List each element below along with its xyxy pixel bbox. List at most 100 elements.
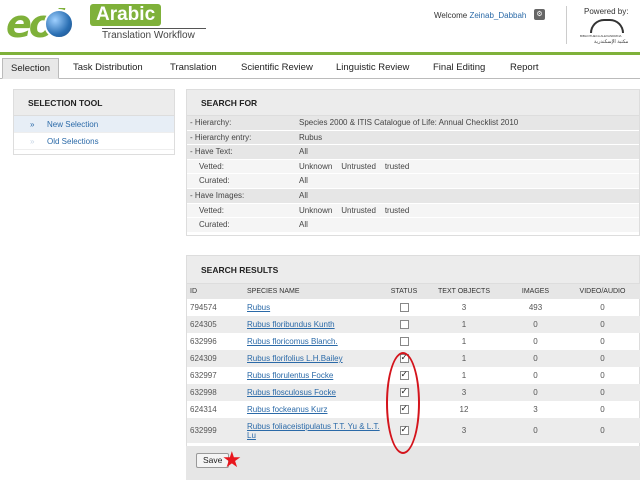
tab-linguistic-review[interactable]: Linguistic Review [328,58,417,79]
cell-id: 632998 [187,384,244,401]
criteria-row: - Hierarchy entry: Rubus [187,130,639,146]
status-checkbox[interactable] [399,337,409,347]
cell-species-name: Rubus [244,299,387,316]
user-settings-icon[interactable]: ⚙ [534,9,545,20]
col-header-images: IMAGES [507,284,564,299]
criteria-value: All [299,176,308,186]
criteria-value: Unknown Untrusted trusted [299,161,410,171]
welcome-message: Welcome Zeinab_Dabbah [434,11,526,20]
annotation-ellipse [386,352,420,454]
cell-images: 493 [528,303,543,312]
cell-id: 794574 [190,303,217,312]
cell-species-name: Rubus florulentus Focke [244,367,387,384]
tab-report[interactable]: Report [502,58,547,79]
search-results-title: SEARCH RESULTS [187,256,639,284]
cell-text-objects: 1 [461,371,467,380]
cell-status [387,333,421,350]
status-checkbox[interactable] [399,303,409,313]
species-link[interactable]: Rubus florulentus Focke [247,371,333,380]
criteria-row: Vetted: Unknown Untrusted trusted [187,159,639,175]
tab-task-distribution[interactable]: Task Distribution [65,58,151,79]
selection-tool-title: SELECTION TOOL [14,90,174,116]
criteria-value: Species 2000 & ITIS Catalogue of Life: A… [299,118,519,127]
header: eol Arabic Translation Workflow Welcome … [0,0,640,50]
welcome-label: Welcome [434,11,468,20]
cell-images: 0 [507,316,564,333]
cell-id: 632999 [187,418,244,443]
cell-status [387,299,421,316]
search-for-title: SEARCH FOR [187,90,639,116]
criteria-label: Curated: [199,176,230,186]
cell-text-objects: 3 [421,384,507,401]
species-link[interactable]: Rubus floribundus Kunth [247,320,335,329]
cell-status [387,316,421,333]
cell-text-objects: 3 [461,303,467,312]
species-link[interactable]: Rubus [247,303,270,312]
tab-selection[interactable]: Selection [2,58,60,79]
cell-id: 624305 [187,316,244,333]
logo-product: Arabic [90,4,162,26]
main-tabs: Selection Task Distribution Translation … [0,55,640,79]
criteria-row: - Hierarchy: Species 2000 & ITIS Catalog… [187,116,639,131]
cell-video-audio: 0 [564,350,640,367]
bibalex-name-en: BIBLIOTHECA ALEXANDRINA [580,34,622,38]
tab-final-editing[interactable]: Final Editing [425,58,493,79]
species-link[interactable]: Rubus florifolius L.H.Bailey [247,354,343,363]
criteria-label: Vetted: [199,161,224,171]
criteria-label: - Hierarchy: [190,118,232,127]
selection-tool-panel: SELECTION TOOL » New Selection » Old Sel… [13,89,175,155]
col-header-text-objects: TEXT OBJECTS [421,284,507,299]
cell-species-name: Rubus floricomus Blanch. [244,333,387,350]
double-arrow-icon: » [30,120,35,129]
globe-icon [44,9,74,39]
criteria-value: All [299,190,308,200]
cell-species-name: Rubus floribundus Kunth [244,316,387,333]
table-row: 624305 Rubus floribundus Kunth 1 0 0 [187,316,640,333]
cell-species-name: Rubus foliaceistipulatus T.T. Yu & L.T. … [244,418,387,443]
cell-images: 0 [533,371,538,380]
save-bar: Save [186,446,640,480]
cell-id: 624309 [187,350,244,367]
criteria-row: Vetted: Unknown Untrusted trusted [187,203,639,219]
cell-species-name: Rubus fockeanus Kurz [244,401,387,418]
cell-id: 632996 [190,337,217,346]
double-arrow-icon: » [30,137,35,146]
tab-translation[interactable]: Translation [162,58,225,79]
criteria-label: Vetted: [199,205,224,215]
sidebar-item-new-selection[interactable]: » New Selection [14,116,174,133]
cell-video-audio: 0 [600,337,605,346]
cell-images: 0 [507,384,564,401]
eol-arabic-logo[interactable]: eol Arabic Translation Workflow [6,2,206,46]
sidebar-item-old-selections[interactable]: » Old Selections [14,133,174,150]
username-link[interactable]: Zeinab_Dabbah [469,11,526,20]
criteria-label: - Have Images: [190,190,245,200]
cell-video-audio: 0 [564,384,640,401]
status-checkbox[interactable] [399,320,409,330]
cell-text-objects: 3 [421,418,507,443]
cell-images: 3 [533,405,538,414]
cell-text-objects: 1 [421,350,507,367]
species-link[interactable]: Rubus foliaceistipulatus T.T. Yu & L.T. … [247,422,380,440]
cell-video-audio: 0 [564,316,640,333]
criteria-label: - Hierarchy entry: [190,132,252,142]
cell-images: 0 [507,350,564,367]
species-link[interactable]: Rubus floricomus Blanch. [247,337,338,346]
sidebar-item-label: Old Selections [47,137,99,146]
species-link[interactable]: Rubus flosculosus Focke [247,388,336,397]
cell-video-audio: 0 [600,405,605,414]
species-link[interactable]: Rubus fockeanus Kurz [247,405,328,414]
logo-subtitle: Translation Workflow [102,28,206,41]
col-header-video-audio: VIDEO/AUDIO [564,284,640,299]
bibliotheca-alexandrina-logo[interactable]: BIBLIOTHECA ALEXANDRINA مكتبة الإسكندرية [580,19,636,45]
cell-images: 0 [533,337,538,346]
powered-by-label: Powered by: [584,7,629,16]
criteria-row: Curated: All [187,174,639,189]
cell-text-objects: 1 [461,337,467,346]
tab-scientific-review[interactable]: Scientific Review [233,58,321,79]
criteria-row: Curated: All [187,218,639,233]
bibalex-arc-icon [590,19,624,33]
col-header-species-name: SPECIES NAME [244,284,387,299]
criteria-value: Unknown Untrusted trusted [299,205,410,215]
col-header-id: ID [187,284,244,299]
criteria-label: - Have Text: [190,147,233,157]
